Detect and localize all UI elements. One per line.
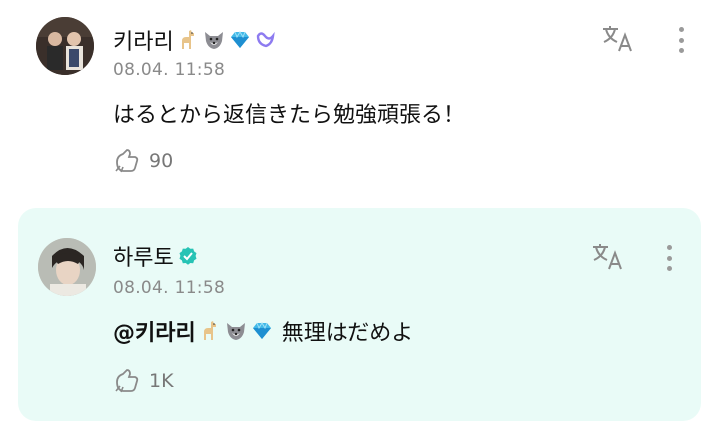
llama-emoji <box>203 321 216 340</box>
comment-post: 키라리 08.04. 11:58 はるとから返信きたら勉強頑張る！ 90 <box>0 0 719 205</box>
post-text: 無理はだめよ <box>281 321 414 346</box>
llama-emoji <box>181 30 194 49</box>
wolf-emoji <box>226 323 245 340</box>
author-name: 하루토 <box>113 246 174 271</box>
wolf-emoji <box>204 32 223 49</box>
like-count: 1K <box>149 370 174 392</box>
like-paw-icon <box>115 369 139 393</box>
translate-button[interactable] <box>600 23 636 55</box>
more-options-button[interactable] <box>664 245 674 271</box>
gem-emoji <box>252 322 271 339</box>
post-text-row: @키라리 無理はだめよ <box>113 315 413 347</box>
more-vertical-icon <box>666 245 672 250</box>
author-name-row[interactable]: 하루토 <box>113 240 198 272</box>
like-button[interactable]: 1K <box>113 368 174 394</box>
like-paw-icon <box>115 149 139 173</box>
gem-emoji <box>230 31 249 48</box>
user-avatar[interactable] <box>38 238 96 296</box>
post-timestamp: 08.04. 11:58 <box>113 278 226 298</box>
translate-icon <box>593 244 622 270</box>
verified-badge-icon <box>179 247 197 265</box>
translate-button[interactable] <box>590 241 626 273</box>
like-count: 90 <box>149 150 174 172</box>
more-vertical-icon <box>678 27 684 32</box>
purple-heart-loop-emoji <box>256 31 275 48</box>
more-options-button[interactable] <box>676 27 686 53</box>
post-text: はるとから返信きたら勉強頑張る！ <box>113 103 466 128</box>
mention-link[interactable]: @키라리 <box>113 315 274 347</box>
post-timestamp: 08.04. 11:58 <box>113 60 226 80</box>
author-name: 키라리 <box>113 30 174 55</box>
user-avatar[interactable] <box>36 17 94 75</box>
reply-post: 하루토 08.04. 11:58 @키라리 無理はだめよ 1K <box>18 208 701 421</box>
like-button[interactable]: 90 <box>113 148 173 174</box>
mention-text: @키라리 <box>113 321 196 346</box>
translate-icon <box>603 26 632 52</box>
author-name-row[interactable]: 키라리 <box>113 24 278 56</box>
